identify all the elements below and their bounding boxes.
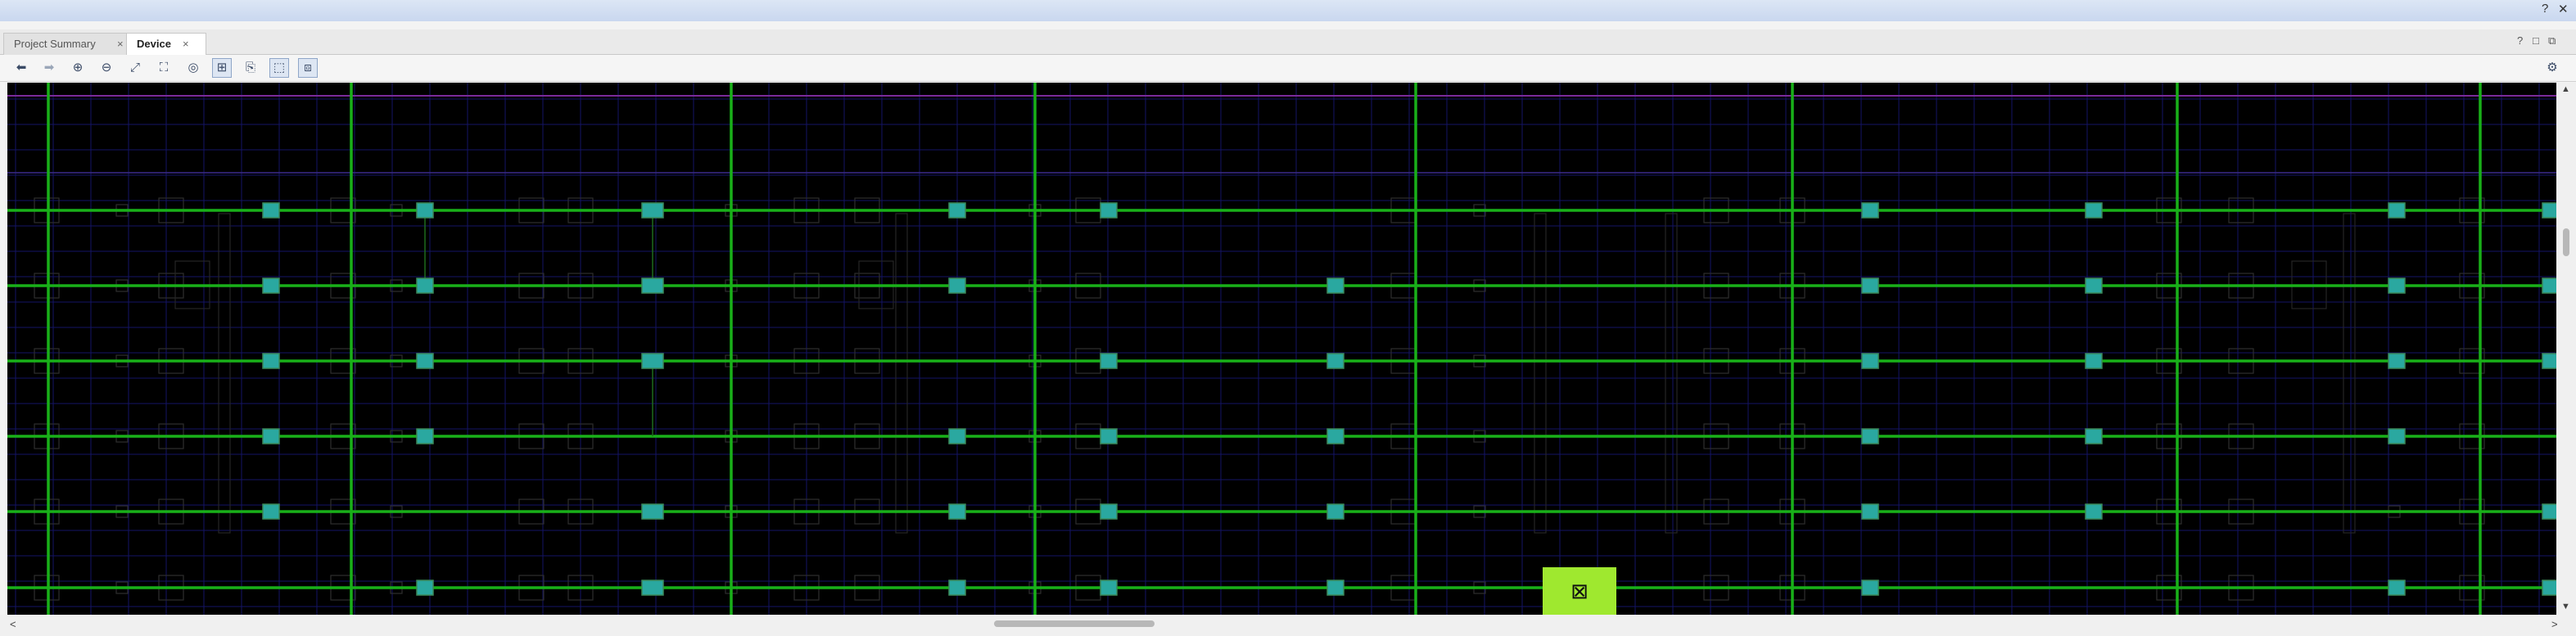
tab-label: Device xyxy=(137,38,171,50)
placed-site[interactable] xyxy=(1100,580,1118,596)
placed-site[interactable] xyxy=(1326,580,1344,596)
placed-site[interactable] xyxy=(2388,353,2406,369)
placed-site[interactable] xyxy=(1100,428,1118,444)
selected-site[interactable]: ⊠ xyxy=(1543,567,1616,615)
placed-site[interactable] xyxy=(641,580,664,596)
highlight-icon[interactable]: ⧈ xyxy=(298,58,318,78)
placed-site[interactable] xyxy=(2542,503,2556,520)
placed-site[interactable] xyxy=(641,277,664,294)
scroll-up-icon[interactable]: ▲ xyxy=(2561,84,2570,94)
scroll-down-icon[interactable]: ▼ xyxy=(2561,602,2570,611)
device-toolbar: ⬅ ➡ ⊕ ⊖ ⤢ ⛶ ◎ ⊞ ⎘ ⬚ ⧈ ⚙ xyxy=(0,55,2576,82)
placed-site[interactable] xyxy=(1861,580,1879,596)
placed-site[interactable] xyxy=(416,277,434,294)
placed-site[interactable] xyxy=(416,353,434,369)
tab-project-summary[interactable]: Project Summary × xyxy=(3,33,138,55)
placed-site[interactable] xyxy=(2542,277,2556,294)
tab-label: Project Summary xyxy=(14,38,96,50)
placed-site[interactable] xyxy=(2085,277,2103,294)
close-tab-icon[interactable]: × xyxy=(183,34,189,55)
placed-site[interactable] xyxy=(641,353,664,369)
selected-site-marker-icon[interactable]: ⊠ xyxy=(1570,580,1589,604)
vertical-scrollbar[interactable]: ▲ ▼ xyxy=(2556,83,2576,615)
placed-site[interactable] xyxy=(948,277,966,294)
placed-site[interactable] xyxy=(2085,503,2103,520)
placed-site[interactable] xyxy=(262,202,280,219)
placed-site[interactable] xyxy=(2085,428,2103,444)
settings-icon[interactable]: ⚙ xyxy=(2542,58,2562,78)
placed-site[interactable] xyxy=(416,202,434,219)
placed-site[interactable] xyxy=(1100,503,1118,520)
placed-site[interactable] xyxy=(2388,277,2406,294)
placed-site[interactable] xyxy=(2542,353,2556,369)
placed-site[interactable] xyxy=(1861,202,1879,219)
placed-site[interactable] xyxy=(948,503,966,520)
placed-site[interactable] xyxy=(1861,277,1879,294)
zoom-out-icon[interactable]: ⊖ xyxy=(97,58,116,78)
routing-resources-icon[interactable]: ⊞ xyxy=(212,58,232,78)
placed-site[interactable] xyxy=(1100,202,1118,219)
placed-site[interactable] xyxy=(1326,503,1344,520)
placed-site[interactable] xyxy=(1861,428,1879,444)
help-icon[interactable]: ? xyxy=(2517,34,2523,47)
help-icon[interactable]: ? xyxy=(2542,2,2548,16)
scroll-left-icon[interactable]: < xyxy=(10,618,16,630)
placed-site[interactable] xyxy=(948,428,966,444)
placed-site[interactable] xyxy=(262,428,280,444)
zoom-selection-icon[interactable]: ⛶ xyxy=(154,58,174,78)
placed-site[interactable] xyxy=(262,277,280,294)
placed-site[interactable] xyxy=(2085,202,2103,219)
placed-site[interactable] xyxy=(948,202,966,219)
horizontal-scroll-thumb[interactable] xyxy=(994,620,1155,627)
vertical-scroll-thumb[interactable] xyxy=(2563,228,2569,256)
placed-site[interactable] xyxy=(2542,202,2556,219)
placed-site[interactable] xyxy=(262,503,280,520)
placed-site[interactable] xyxy=(1326,428,1344,444)
placed-site[interactable] xyxy=(641,503,664,520)
placed-site[interactable] xyxy=(416,580,434,596)
placed-site[interactable] xyxy=(2388,202,2406,219)
placed-site[interactable] xyxy=(2388,428,2406,444)
placed-site[interactable] xyxy=(1326,277,1344,294)
device-floorplan[interactable]: ⊠ xyxy=(7,83,2556,615)
close-icon[interactable]: ✕ xyxy=(2558,2,2569,16)
placed-site[interactable] xyxy=(416,428,434,444)
back-icon[interactable]: ⬅ xyxy=(11,58,31,78)
placed-site[interactable] xyxy=(1861,503,1879,520)
placed-site[interactable] xyxy=(1326,353,1344,369)
auto-fit-icon[interactable]: ◎ xyxy=(183,58,203,78)
select-area-icon[interactable]: ⬚ xyxy=(269,58,289,78)
reports-icon[interactable]: ⎘ xyxy=(241,58,260,78)
maximize-icon[interactable]: ⧉ xyxy=(2548,34,2556,47)
placed-site[interactable] xyxy=(1861,353,1879,369)
placed-site[interactable] xyxy=(2085,353,2103,369)
title-bar: ? ✕ xyxy=(0,0,2576,21)
placed-site[interactable] xyxy=(2388,580,2406,596)
close-tab-icon[interactable]: × xyxy=(117,34,124,55)
placed-site[interactable] xyxy=(262,353,280,369)
tab-device[interactable]: Device × xyxy=(126,33,206,55)
horizontal-scrollbar[interactable]: < > xyxy=(0,615,2576,636)
scroll-right-icon[interactable]: > xyxy=(2551,618,2558,630)
device-view[interactable]: ⊠ xyxy=(7,83,2556,615)
tab-bar: Project Summary × Device × ? □ ⧉ xyxy=(0,29,2576,55)
zoom-in-icon[interactable]: ⊕ xyxy=(68,58,88,78)
placed-site[interactable] xyxy=(641,202,664,219)
placed-site[interactable] xyxy=(2542,580,2556,596)
placed-site[interactable] xyxy=(1100,353,1118,369)
placed-site[interactable] xyxy=(948,580,966,596)
zoom-fit-icon[interactable]: ⤢ xyxy=(125,58,145,78)
forward-icon[interactable]: ➡ xyxy=(39,58,59,78)
restore-icon[interactable]: □ xyxy=(2533,34,2539,47)
